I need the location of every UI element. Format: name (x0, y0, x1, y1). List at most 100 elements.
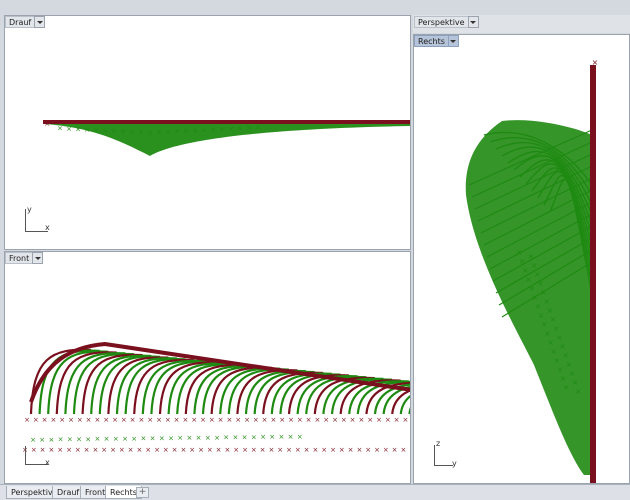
marker-icon: × (223, 434, 229, 442)
marker-icon: × (103, 416, 109, 424)
marker-icon: × (42, 416, 48, 424)
plus-icon[interactable]: + (136, 487, 149, 498)
chevron-down-icon[interactable] (34, 16, 46, 28)
marker-icon: × (560, 374, 567, 383)
marker-icon: × (260, 433, 266, 441)
viewport-label-right[interactable]: Rechts (414, 35, 459, 47)
marker-icon: × (201, 126, 207, 134)
viewport-label-perspective[interactable]: Perspektive (414, 16, 479, 28)
marker-icon: × (232, 434, 238, 442)
axis-z-label: z (436, 439, 441, 448)
viewport-label-front[interactable]: Front (5, 252, 44, 264)
marker-icon: × (214, 434, 220, 442)
marker-icon: × (186, 434, 192, 442)
marker-icon: × (122, 435, 128, 443)
marker-icon: × (86, 416, 92, 424)
marker-icon: × (242, 446, 248, 454)
marker-icon: × (92, 446, 98, 454)
marker-icon: × (255, 124, 261, 132)
marker-icon: × (321, 446, 327, 454)
viewport-top[interactable]: ×××××××××××××××××××××××× y x (4, 15, 411, 250)
marker-icon: × (538, 311, 545, 320)
marker-icon: × (575, 387, 582, 396)
viewport-right[interactable]: × × × × × × × × × × × × × × × × × × × × × × × × × × × × × × × × × z y (413, 34, 630, 484)
marker-icon: × (159, 434, 165, 442)
marker-icon: × (140, 435, 146, 443)
marker-icon: × (237, 125, 243, 133)
marker-icon: × (295, 446, 301, 454)
marker-icon: × (30, 436, 36, 444)
marker-icon: × (297, 433, 303, 441)
marker-icon: × (119, 446, 125, 454)
marker-icon: × (207, 446, 213, 454)
marker-icon: × (156, 129, 162, 137)
marker-icon: × (168, 434, 174, 442)
marker-icon: × (180, 446, 186, 454)
marker-icon: × (562, 351, 569, 360)
marker-icon: × (394, 416, 400, 424)
marker-icon: × (205, 434, 211, 442)
axis-x-label: x (45, 458, 50, 467)
marker-icon: × (268, 446, 274, 454)
marker-icon: × (356, 446, 362, 454)
marker-icon: × (66, 446, 72, 454)
marker-icon: × (534, 270, 541, 279)
marker-icon: × (219, 125, 225, 133)
viewport-label-top[interactable]: Drauf (5, 16, 46, 28)
marker-icon: × (559, 342, 566, 351)
marker-icon: × (209, 416, 215, 424)
marker-icon: × (550, 315, 557, 324)
marker-icon: × (535, 302, 542, 311)
marker-icon: × (110, 446, 116, 454)
marker-icon: × (572, 378, 579, 387)
viewport-title: Perspektive (414, 16, 468, 28)
marker-icon: × (75, 125, 81, 133)
axis-y-label: y (27, 205, 32, 214)
marker-icon: × (145, 446, 151, 454)
marker-icon: × (278, 433, 284, 441)
top-view-geometry: ×××××××××××××××××××××××× (43, 120, 410, 156)
marker-icon: × (57, 125, 63, 133)
marker-icon: × (228, 125, 234, 133)
marker-icon: × (111, 127, 117, 135)
marker-icon: × (242, 433, 248, 441)
marker-icon: × (540, 288, 547, 297)
marker-icon: × (253, 416, 259, 424)
marker-icon: × (218, 416, 224, 424)
marker-icon: × (244, 416, 250, 424)
marker-icon: × (246, 124, 252, 132)
marker-icon: × (210, 126, 216, 134)
chevron-down-icon[interactable] (467, 16, 479, 28)
marker-icon: × (516, 248, 523, 257)
marker-icon: × (101, 446, 107, 454)
marker-icon: × (556, 333, 563, 342)
marker-icon: × (565, 360, 572, 369)
marker-icon: × (233, 446, 239, 454)
marker-icon: × (531, 293, 538, 302)
marker-icon: × (297, 416, 303, 424)
marker-icon: × (269, 433, 275, 441)
chevron-down-icon[interactable] (447, 35, 459, 47)
viewport-front[interactable]: × × × × × × × × × × × × × × × × × × × × × × × × × × × × × × × × × × × × × × × ×… (4, 251, 411, 484)
viewport-title: Rechts (414, 35, 448, 47)
marker-icon: × (550, 347, 557, 356)
marker-icon: × (547, 338, 554, 347)
marker-icon: × (402, 416, 408, 424)
marker-icon: × (286, 446, 292, 454)
marker-icon: × (288, 416, 294, 424)
marker-icon: × (177, 434, 183, 442)
chevron-down-icon[interactable] (32, 252, 44, 264)
marker-icon: × (67, 436, 73, 444)
marker-icon: × (113, 435, 119, 443)
marker-icon: × (121, 416, 127, 424)
marker-icon: × (102, 127, 108, 135)
marker-icon: × (147, 416, 153, 424)
marker-icon: × (147, 129, 153, 137)
marker-icon: × (156, 416, 162, 424)
marker-icon: × (541, 320, 548, 329)
marker-icon: × (172, 446, 178, 454)
marker-icon: × (165, 128, 171, 136)
marker-icon: × (94, 416, 100, 424)
marker-icon: × (251, 433, 257, 441)
marker-icon: × (136, 446, 142, 454)
